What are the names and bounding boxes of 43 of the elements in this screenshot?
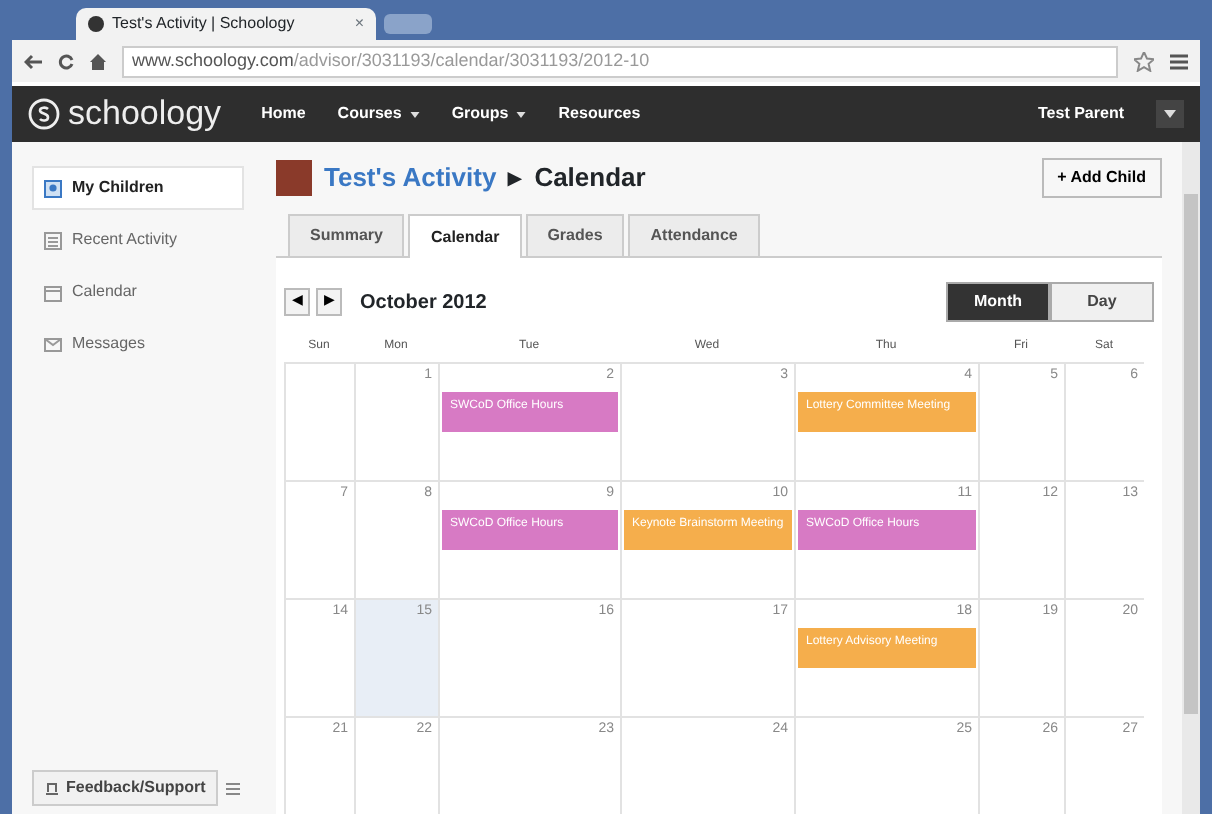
feedback-icon xyxy=(44,780,60,796)
user-name[interactable]: Test Parent xyxy=(1038,102,1124,126)
tab[interactable]: Attendance xyxy=(628,214,760,256)
sidebar-item[interactable]: Recent Activity xyxy=(32,218,244,262)
list-icon xyxy=(44,231,62,249)
child-photo xyxy=(276,160,312,196)
page-title: Calendar xyxy=(534,160,646,197)
nav-menu-item[interactable]: Home xyxy=(261,102,306,126)
sidebar-item[interactable]: Messages xyxy=(32,322,244,366)
children-icon xyxy=(44,179,62,197)
tab-title: Test's Activity | Schoology xyxy=(112,12,295,36)
breadcrumb-link[interactable]: Test's Activity xyxy=(324,158,497,198)
back-icon[interactable] xyxy=(24,53,42,69)
tab-close-button[interactable]: × xyxy=(354,12,364,36)
calendar-icon xyxy=(44,283,62,301)
reload-icon[interactable] xyxy=(58,53,74,69)
tab[interactable]: Summary xyxy=(288,214,405,256)
favicon-icon xyxy=(88,16,104,32)
star-icon[interactable] xyxy=(1134,51,1154,71)
nav-menu-item[interactable]: Resources xyxy=(558,102,641,126)
caret-icon[interactable] xyxy=(1164,109,1176,118)
list-icon[interactable] xyxy=(223,779,242,797)
nav-menu-item[interactable]: Courses xyxy=(337,102,420,126)
address-bar[interactable]: www.schoology.com/advisor/3031193/calendar/3031193/2012-10 xyxy=(122,45,1118,77)
tab[interactable]: Calendar xyxy=(408,214,522,258)
view-toggle-button[interactable]: Month xyxy=(946,282,1050,322)
logo-text: schoology xyxy=(68,92,222,137)
browser-tab[interactable]: Test's Activity | Schoology × xyxy=(76,8,376,40)
envelope-icon xyxy=(44,335,62,353)
sidebar-item[interactable]: Calendar xyxy=(32,270,244,314)
nav-menu-item[interactable]: Groups xyxy=(451,102,527,126)
menu-icon[interactable] xyxy=(1170,53,1188,69)
logo-icon xyxy=(28,98,60,130)
tab[interactable]: Grades xyxy=(525,214,625,256)
sidebar-item[interactable]: My Children xyxy=(32,166,244,210)
calendar-day-cell[interactable] xyxy=(284,362,354,480)
feedback-button[interactable]: Feedback/Support xyxy=(32,770,218,806)
view-toggle-button[interactable]: Day xyxy=(1050,282,1154,322)
month-title: October 2012 xyxy=(360,289,487,317)
breadcrumb-separator: ▸ xyxy=(508,160,523,197)
home-icon[interactable] xyxy=(90,53,106,69)
add-child-button[interactable]: + Add Child xyxy=(1041,158,1162,198)
scrollbar[interactable] xyxy=(1182,142,1200,814)
